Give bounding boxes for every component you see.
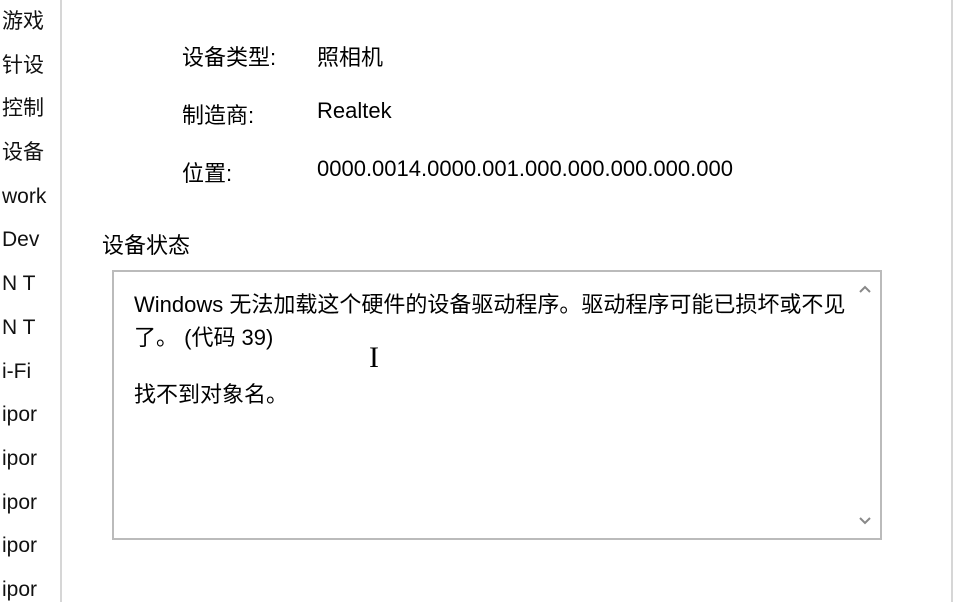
sidebar-item[interactable]: work [0,175,48,219]
sidebar-item[interactable]: 设备 [0,131,48,175]
manufacturer-row: 制造商: Realtek [102,98,923,130]
sidebar-item[interactable]: Dev [0,218,48,262]
sidebar-item[interactable]: N T [0,306,48,350]
sidebar-item[interactable]: ipor [0,568,48,602]
sidebar-item[interactable]: ipor [0,524,48,568]
device-type-value: 照相机 [317,40,383,72]
window-right-edge [951,0,963,602]
location-row: 位置: 0000.0014.0000.001.000.000.000.000.0… [102,156,923,188]
sidebar-item[interactable]: 控制 [0,87,48,131]
sidebar-item[interactable]: N T [0,262,48,306]
device-type-row: 设备类型: 照相机 [102,40,923,72]
text-cursor-icon: I [369,335,379,380]
sidebar-item[interactable]: 游戏 [0,0,48,44]
sidebar-item[interactable]: ipor [0,393,48,437]
status-text-line1: Windows 无法加载这个硬件的设备驱动程序。驱动程序可能已损坏或不见了。 (… [134,288,860,354]
properties-panel: 设备类型: 照相机 制造商: Realtek 位置: 0000.0014.000… [62,0,963,602]
status-text-line2: 找不到对象名。 [134,378,860,411]
sidebar-item[interactable]: 针设 [0,44,48,88]
sidebar-item[interactable]: ipor [0,481,48,525]
scroll-up-icon[interactable] [858,282,872,296]
sidebar-item[interactable]: i-Fi [0,350,48,394]
device-tree-sidebar[interactable]: 游戏 针设 控制 设备 work Dev N T N T i-Fi ipor i… [0,0,48,602]
device-status-label: 设备状态 [102,228,923,260]
location-value: 0000.0014.0000.001.000.000.000.000.000 [317,156,733,188]
scroll-down-icon[interactable] [858,514,872,528]
device-status-textbox[interactable]: Windows 无法加载这个硬件的设备驱动程序。驱动程序可能已损坏或不见了。 (… [112,270,882,540]
manufacturer-value: Realtek [317,98,392,130]
manufacturer-label: 制造商: [102,98,317,130]
device-type-label: 设备类型: [102,40,317,72]
sidebar-item[interactable]: ipor [0,437,48,481]
location-label: 位置: [102,156,317,188]
